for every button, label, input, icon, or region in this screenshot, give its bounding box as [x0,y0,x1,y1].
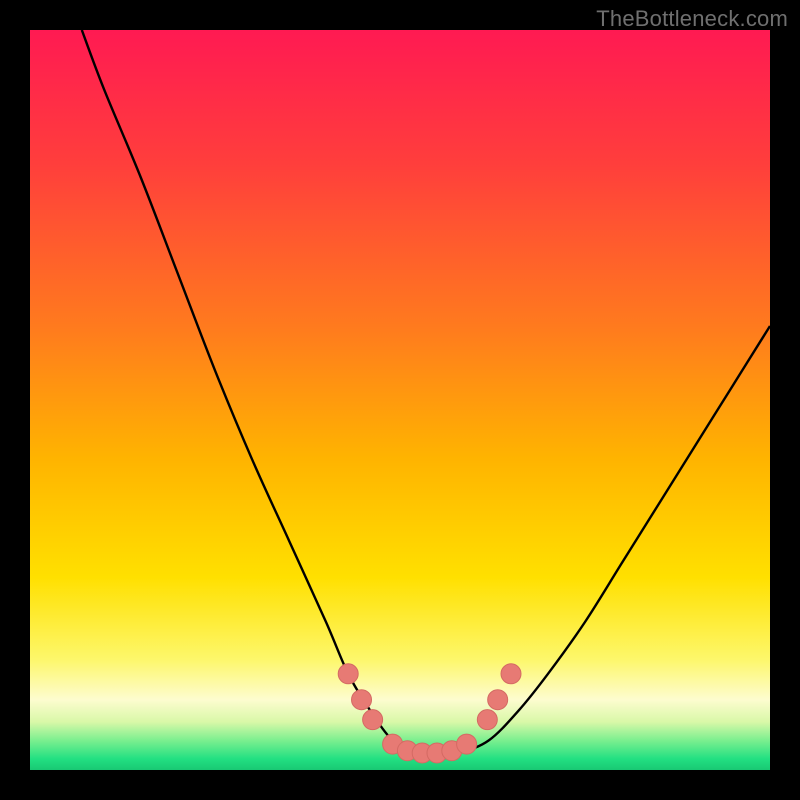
chart-frame: TheBottleneck.com [0,0,800,800]
curve-layer [30,30,770,770]
curve-marker [338,664,358,684]
curve-marker [457,734,477,754]
curve-markers [338,664,521,763]
curve-marker [363,710,383,730]
bottleneck-curve [82,30,770,755]
curve-marker [352,690,372,710]
plot-area [30,30,770,770]
curve-marker [488,690,508,710]
watermark-text: TheBottleneck.com [596,6,788,32]
curve-marker [501,664,521,684]
curve-marker [477,710,497,730]
